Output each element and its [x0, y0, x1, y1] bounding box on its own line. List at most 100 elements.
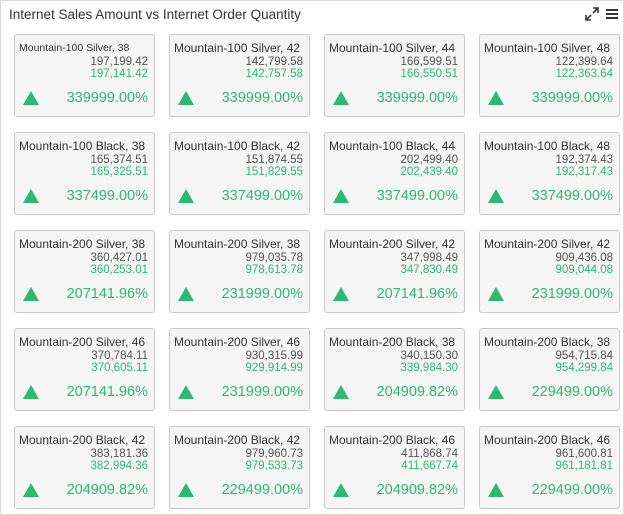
kpi-card[interactable]: Mountain-200 Black, 42 383,181.36 382,994.…: [14, 426, 155, 509]
kpi-card-grid: Mountain-100 Silver, 38 197,199.42 197,141…: [14, 34, 620, 512]
kpi-actual-value: 192,374.43: [555, 154, 613, 166]
kpi-card[interactable]: Mountain-200 Silver, 46 930,315.99 929,914…: [169, 328, 310, 411]
kpi-target-value: 165,325.51: [90, 166, 148, 178]
kpi-card[interactable]: Mountain-100 Silver, 42 142,799.58 142,757…: [169, 34, 310, 117]
kpi-card-label: Mountain-200 Black, 46: [329, 433, 456, 447]
kpi-actual-value: 909,436.08: [555, 252, 613, 264]
kpi-card-label: Mountain-200 Black, 38: [484, 335, 611, 349]
kpi-card[interactable]: Mountain-100 Silver, 48 122,399.64 122,363…: [479, 34, 620, 117]
trend-up-icon: [332, 384, 350, 400]
trend-up-icon: [487, 90, 505, 106]
kpi-change-percent: 339999.00%: [66, 90, 148, 106]
kpi-card[interactable]: Mountain-200 Black, 38 954,715.84 954,299.…: [479, 328, 620, 411]
kpi-actual-value: 166,599.51: [400, 56, 458, 68]
kpi-card-label: Mountain-100 Black, 44: [329, 139, 456, 153]
kpi-card[interactable]: Mountain-200 Silver, 46 370,784.11 370,605…: [14, 328, 155, 411]
kpi-card-label: Mountain-100 Silver, 38: [19, 42, 130, 54]
trend-up-icon: [487, 482, 505, 498]
kpi-actual-value: 370,784.11: [91, 350, 148, 362]
kpi-card[interactable]: Mountain-100 Black, 48 192,374.43 192,317.…: [479, 132, 620, 215]
trend-up-icon: [177, 90, 195, 106]
kpi-target-value: 382,994.36: [90, 460, 148, 472]
kpi-change-percent: 229499.00%: [531, 384, 613, 400]
kpi-card[interactable]: Mountain-100 Black, 38 165,374.51 165,325.…: [14, 132, 155, 215]
kpi-change-percent: 207141.96%: [66, 384, 148, 400]
kpi-card[interactable]: Mountain-200 Silver, 38 979,035.78 978,613…: [169, 230, 310, 313]
kpi-change-percent: 339999.00%: [531, 90, 613, 106]
kpi-target-value: 197,141.42: [90, 68, 148, 80]
kpi-target-value: 202,439.40: [400, 166, 458, 178]
kpi-card-label: Mountain-200 Silver, 42: [484, 237, 611, 251]
kpi-change-percent: 204909.82%: [66, 482, 148, 498]
kpi-card-label: Mountain-200 Silver, 46: [19, 335, 146, 349]
kpi-card[interactable]: Mountain-100 Black, 42 151,874.55 151,829.…: [169, 132, 310, 215]
kpi-card[interactable]: Mountain-100 Silver, 38 197,199.42 197,141…: [14, 34, 155, 117]
kpi-card-label: Mountain-100 Black, 42: [174, 139, 301, 153]
kpi-card-label: Mountain-200 Black, 42: [174, 433, 301, 447]
kpi-actual-value: 347,998.49: [400, 252, 458, 264]
kpi-actual-value: 930,315.99: [245, 350, 303, 362]
kpi-target-value: 166,550.51: [400, 68, 458, 80]
kpi-target-value: 954,299.84: [555, 362, 613, 374]
menu-icon[interactable]: [604, 6, 620, 22]
kpi-actual-value: 340,150.30: [400, 350, 458, 362]
kpi-actual-value: 979,960.73: [245, 448, 303, 460]
kpi-actual-value: 360,427.01: [90, 252, 148, 264]
kpi-actual-value: 411,868.74: [401, 448, 458, 460]
kpi-change-percent: 229499.00%: [221, 482, 303, 498]
kpi-target-value: 909,044.08: [555, 264, 613, 276]
kpi-target-value: 122,363.64: [555, 68, 613, 80]
kpi-card[interactable]: Mountain-200 Silver, 38 360,427.01 360,253…: [14, 230, 155, 313]
kpi-actual-value: 197,199.42: [90, 56, 148, 68]
kpi-target-value: 411,667.74: [401, 460, 458, 472]
trend-up-icon: [22, 286, 40, 302]
kpi-card-label: Mountain-200 Silver, 38: [174, 237, 301, 251]
trend-up-icon: [487, 384, 505, 400]
kpi-change-percent: 231999.00%: [221, 384, 303, 400]
kpi-target-value: 978,613.78: [245, 264, 303, 276]
kpi-card-label: Mountain-200 Silver, 46: [174, 335, 301, 349]
kpi-card-label: Mountain-100 Black, 38: [19, 139, 146, 153]
kpi-card-label: Mountain-200 Black, 38: [329, 335, 456, 349]
kpi-card[interactable]: Mountain-200 Black, 38 340,150.30 339,984.…: [324, 328, 465, 411]
kpi-card[interactable]: Mountain-200 Silver, 42 909,436.08 909,044…: [479, 230, 620, 313]
kpi-card[interactable]: Mountain-200 Black, 42 979,960.73 979,533.…: [169, 426, 310, 509]
kpi-change-percent: 231999.00%: [221, 286, 303, 302]
kpi-card[interactable]: Mountain-200 Silver, 42 347,998.49 347,830…: [324, 230, 465, 313]
kpi-actual-value: 954,715.84: [555, 350, 613, 362]
kpi-card-label: Mountain-200 Silver, 38: [19, 237, 146, 251]
kpi-actual-value: 383,181.36: [90, 448, 148, 460]
kpi-actual-value: 142,799.58: [245, 56, 303, 68]
trend-up-icon: [22, 384, 40, 400]
kpi-change-percent: 229499.00%: [531, 482, 613, 498]
kpi-change-percent: 339999.00%: [221, 90, 303, 106]
kpi-card-label: Mountain-100 Silver, 48: [484, 41, 611, 55]
kpi-target-value: 347,830.49: [400, 264, 458, 276]
kpi-card-label: Mountain-100 Silver, 42: [174, 41, 301, 55]
expand-icon[interactable]: [584, 6, 600, 22]
trend-up-icon: [487, 188, 505, 204]
kpi-card[interactable]: Mountain-100 Black, 44 202,499.40 202,439.…: [324, 132, 465, 215]
kpi-target-value: 142,757.58: [245, 68, 303, 80]
kpi-target-value: 151,829.55: [245, 166, 303, 178]
widget-title: Internet Sales Amount vs Internet Order …: [9, 7, 301, 22]
trend-up-icon: [177, 384, 195, 400]
kpi-change-percent: 204909.82%: [376, 384, 458, 400]
kpi-change-percent: 231999.00%: [531, 286, 613, 302]
kpi-card-label: Mountain-200 Black, 46: [484, 433, 611, 447]
kpi-change-percent: 337499.00%: [376, 188, 458, 204]
kpi-card[interactable]: Mountain-200 Black, 46 961,600.81 961,181.…: [479, 426, 620, 509]
kpi-card-label: Mountain-200 Black, 42: [19, 433, 146, 447]
kpi-change-percent: 204909.82%: [376, 482, 458, 498]
kpi-change-percent: 207141.96%: [376, 286, 458, 302]
trend-up-icon: [332, 482, 350, 498]
kpi-card-label: Mountain-100 Silver, 44: [329, 41, 456, 55]
kpi-actual-value: 165,374.51: [90, 154, 148, 166]
kpi-card-label: Mountain-200 Silver, 42: [329, 237, 456, 251]
trend-up-icon: [332, 188, 350, 204]
kpi-change-percent: 339999.00%: [376, 90, 458, 106]
kpi-card[interactable]: Mountain-100 Silver, 44 166,599.51 166,550…: [324, 34, 465, 117]
kpi-card[interactable]: Mountain-200 Black, 46 411,868.74 411,667.…: [324, 426, 465, 509]
kpi-change-percent: 337499.00%: [531, 188, 613, 204]
kpi-change-percent: 207141.96%: [66, 286, 148, 302]
